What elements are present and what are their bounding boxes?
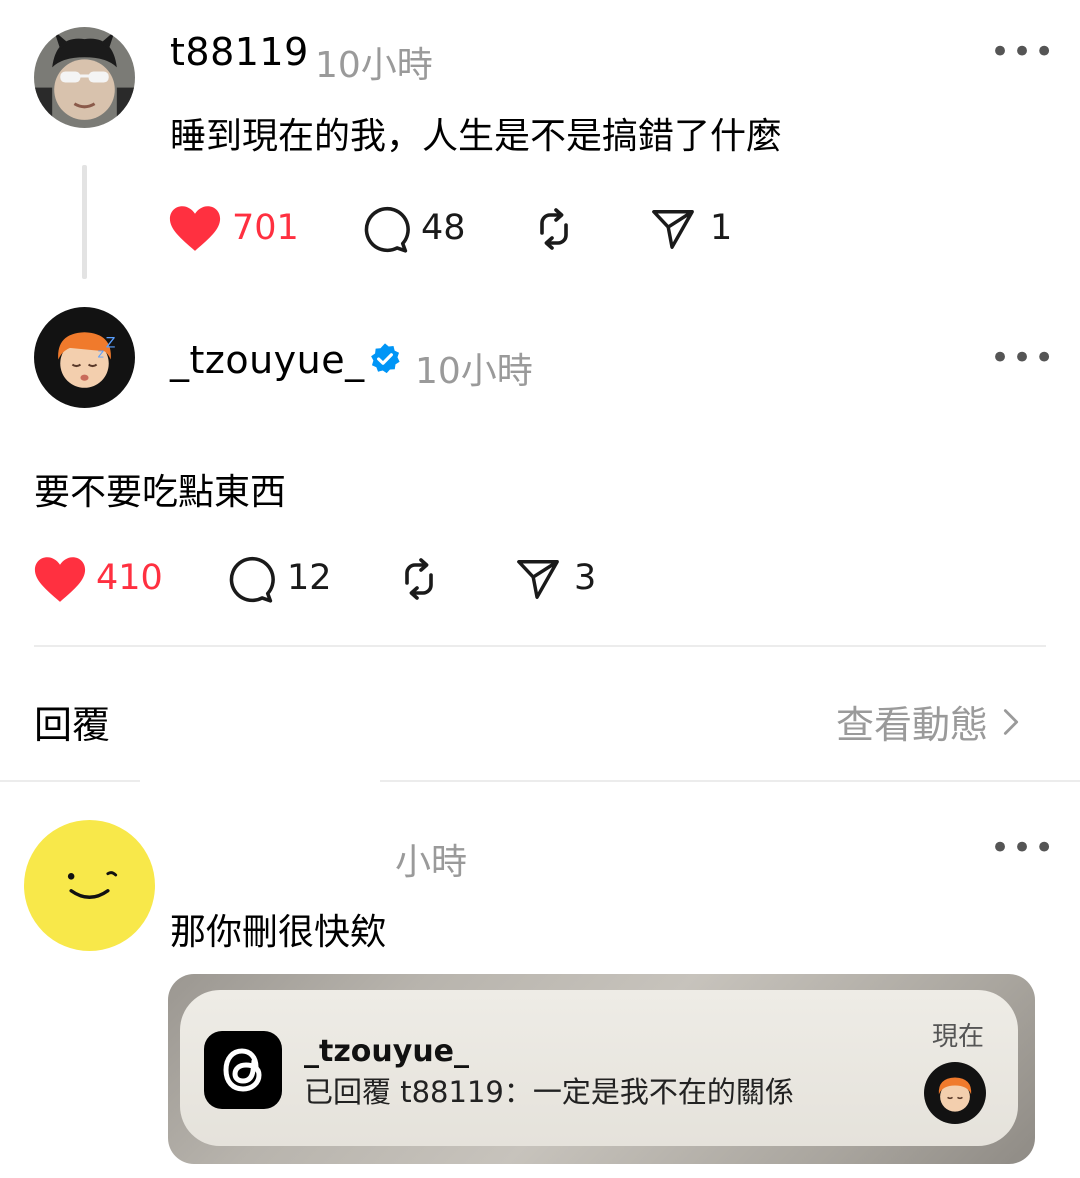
repost-button[interactable] [395, 555, 443, 603]
more-options-button[interactable]: ••• [990, 338, 1056, 378]
like-button[interactable] [33, 556, 87, 604]
share-count: 1 [710, 208, 733, 248]
view-activity-link[interactable]: 查看動態 [836, 694, 1028, 749]
notification-title: _tzouyue_ [304, 1034, 470, 1069]
more-options-button[interactable]: ••• [990, 32, 1056, 72]
post-timestamp: 10小時 [415, 351, 533, 392]
chevron-right-icon [1003, 708, 1019, 735]
send-icon [517, 560, 559, 599]
comment-icon [229, 556, 275, 603]
avatar-smiley[interactable] [24, 820, 155, 951]
verified-badge-icon [368, 342, 402, 376]
comment-icon [364, 206, 410, 253]
post-timestamp: 10小時 [315, 45, 433, 86]
view-activity-label: 查看動態 [836, 703, 989, 747]
threads-icon [204, 1031, 282, 1109]
post-text: 睡到現在的我，人生是不是搞錯了什麼 [170, 116, 783, 157]
heart-filled-icon [34, 557, 86, 602]
post-text: 要不要吃點東西 [34, 472, 287, 513]
like-count: 701 [232, 208, 299, 248]
share-count: 3 [574, 558, 597, 598]
divider [0, 780, 140, 782]
notification-avatar [924, 1062, 986, 1124]
replies-header: 回覆 [34, 703, 111, 747]
repost-button[interactable] [530, 205, 578, 253]
avatar-tzouyue[interactable]: z Z [34, 307, 135, 408]
thread-connector-line [82, 165, 87, 279]
post-username[interactable]: t88119 [170, 30, 309, 74]
share-button[interactable] [650, 206, 696, 252]
more-options-button[interactable]: ••• [990, 828, 1056, 868]
post-username[interactable]: _tzouyue_ [170, 338, 365, 382]
send-icon [652, 210, 694, 249]
repost-icon [540, 208, 568, 250]
heart-filled-icon [169, 206, 221, 251]
comment-button[interactable] [360, 205, 410, 255]
notification-time: 現在 [932, 1022, 985, 1052]
like-button[interactable] [168, 205, 222, 253]
reply-text: 那你刪很快欸 [170, 912, 387, 953]
divider [380, 780, 1080, 782]
svg-text:Z: Z [106, 335, 116, 351]
divider [34, 645, 1046, 647]
share-button[interactable] [515, 556, 561, 602]
repost-icon [405, 558, 433, 600]
comment-count: 48 [421, 208, 466, 248]
avatar-t88119[interactable] [34, 27, 135, 128]
notification-body: 已回覆 t88119：一定是我不在的關係 [304, 1075, 794, 1109]
reply-timestamp: 小時 [395, 842, 468, 883]
comment-button[interactable] [225, 555, 275, 605]
svg-text:z: z [98, 347, 104, 361]
like-count: 410 [96, 558, 163, 598]
comment-count: 12 [287, 558, 332, 598]
